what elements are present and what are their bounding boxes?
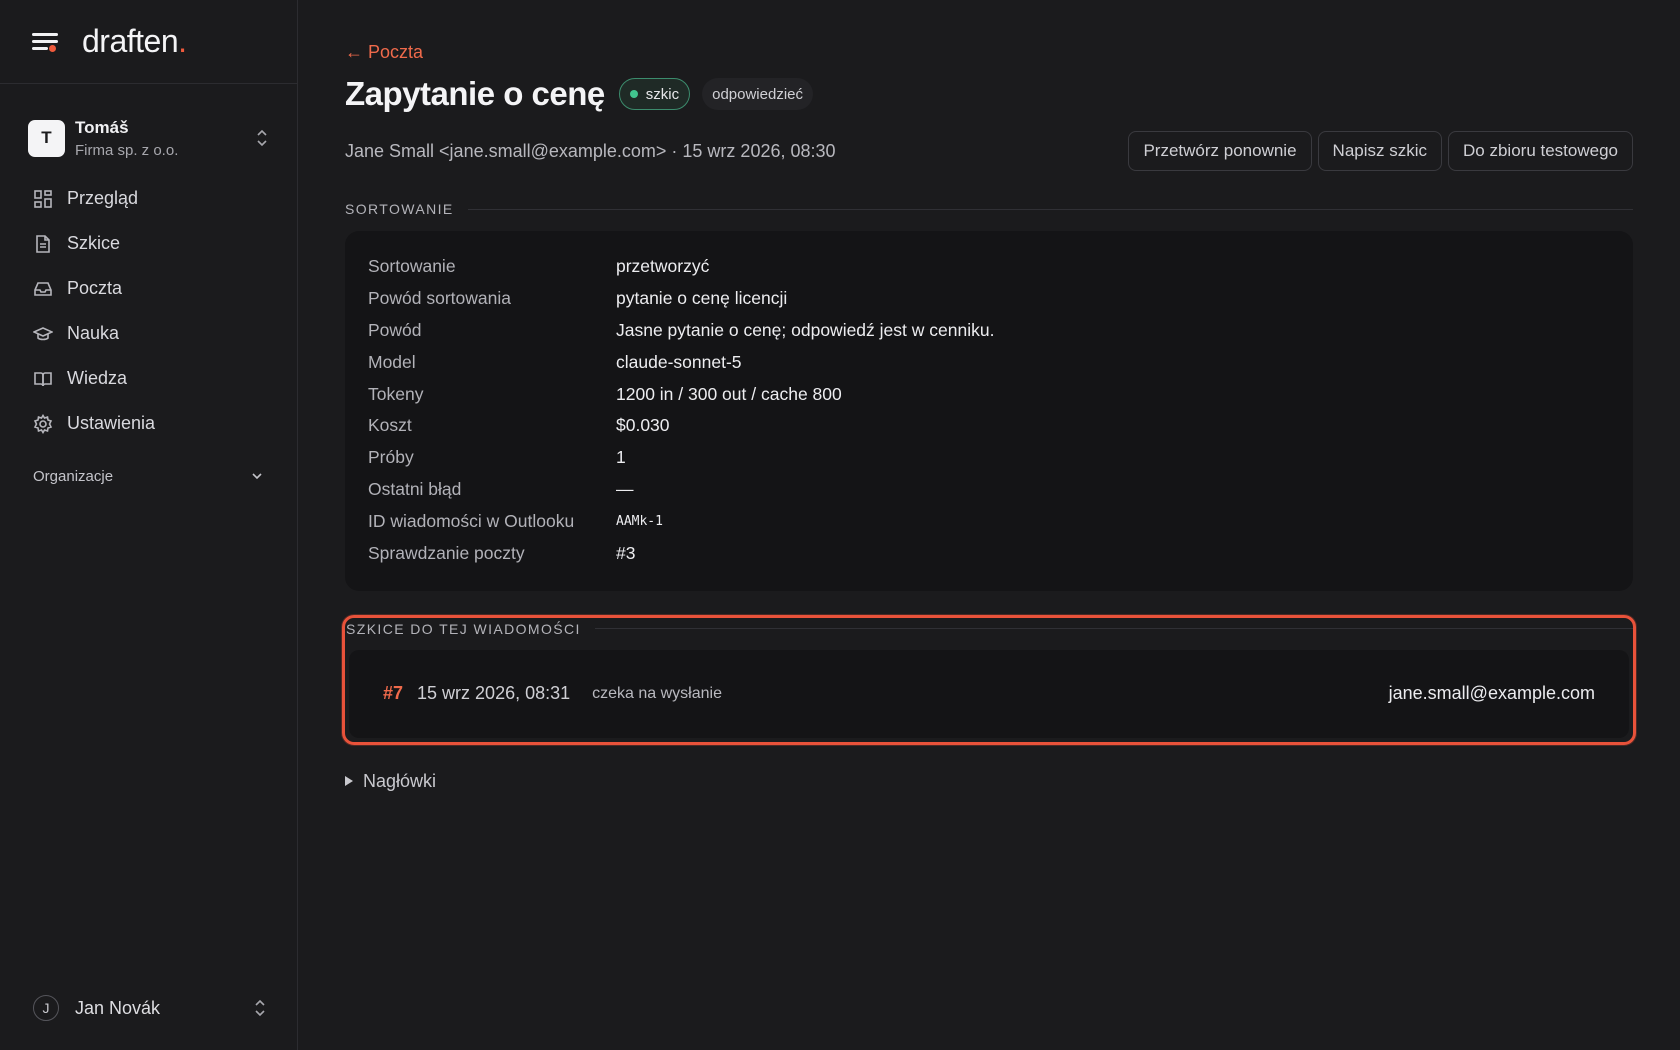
draft-status: czeka na wysłanie — [592, 684, 722, 702]
sidebar-item-szkice[interactable]: Szkice — [0, 221, 297, 266]
brand-dot: . — [178, 23, 187, 59]
add-to-test-set-button[interactable]: Do zbioru testowego — [1448, 131, 1633, 171]
sorting-section-header: SORTOWANIE — [345, 199, 1633, 219]
detail-row: Powód Jasne pytanie o cenę; odpowiedź jes… — [368, 315, 1610, 347]
brand-logo[interactable]: draften. — [82, 23, 187, 60]
detail-key: Powód sortowania — [368, 288, 511, 309]
detail-row: Koszt $0.030 — [368, 410, 1610, 442]
detail-row: Ostatni błąd — — [368, 474, 1610, 506]
sidebar-item-nauka[interactable]: Nauka — [0, 311, 297, 356]
detail-key: Koszt — [368, 415, 412, 436]
app-root: draften. T Tomáš Firma sp. z o.o. Przegl… — [0, 0, 1680, 1050]
drafts-section: SZKICE DO TEJ WIADOMOŚCI #7 15 wrz 2026,… — [342, 614, 1636, 745]
detail-row: Próby 1 — [368, 442, 1610, 474]
detail-value: claude-sonnet-5 — [616, 351, 742, 372]
avatar: J — [33, 995, 59, 1021]
menu-icon[interactable] — [32, 31, 58, 53]
detail-value: $0.030 — [616, 415, 670, 436]
detail-value: Jasne pytanie o cenę; odpowiedź jest w c… — [616, 319, 995, 340]
draft-number: #7 — [383, 683, 404, 704]
user-menu[interactable]: J Jan Novák — [0, 988, 297, 1028]
sidebar-section-label: Organizacje — [33, 467, 114, 485]
message-meta: Jane Small <jane.small@example.com> · 15… — [345, 140, 836, 161]
reprocess-button[interactable]: Przetwórz ponownie — [1128, 131, 1312, 171]
draft-date: 15 wrz 2026, 08:31 — [417, 683, 571, 704]
chevron-down-icon — [252, 473, 262, 480]
detail-key: ID wiadomości w Outlooku — [368, 510, 575, 531]
sidebar-item-label: Wiedza — [67, 368, 128, 388]
title-row: Zapytanie o cenę szkic odpowiedzieć — [345, 75, 1633, 113]
sidebar-item-poczta[interactable]: Poczta — [0, 266, 297, 311]
sidebar-item-ustawienia[interactable]: Ustawienia — [0, 401, 297, 446]
list-item[interactable]: #7 15 wrz 2026, 08:31 czeka na wysłanie … — [349, 649, 1629, 738]
detail-value: 1 — [616, 447, 626, 468]
detail-row: ID wiadomości w Outlooku AAMk-1 — [368, 505, 1610, 537]
drafts-section-header: SZKICE DO TEJ WIADOMOŚCI — [345, 617, 1633, 641]
detail-value: AAMk-1 — [616, 513, 663, 529]
org-avatar: T — [28, 119, 65, 157]
back-link[interactable]: ← Poczta — [345, 42, 423, 63]
draft-recipient: jane.small@example.com — [1388, 683, 1595, 704]
document-icon — [36, 234, 50, 253]
chevron-up-down-icon — [257, 129, 267, 147]
tag-badge: odpowiedzieć — [702, 78, 814, 110]
detail-value: pytanie o cenę licencji — [616, 288, 788, 309]
status-dot-icon — [629, 90, 638, 98]
detail-key: Tokeny — [368, 383, 424, 404]
headers-toggle[interactable]: Nagłówki — [345, 771, 1633, 792]
brand-name-text: draften — [82, 23, 179, 59]
detail-key: Model — [368, 351, 416, 372]
inbox-icon — [34, 281, 52, 296]
dashboard-icon — [34, 189, 52, 208]
detail-value: 1200 in / 300 out / cache 800 — [616, 383, 842, 404]
detail-row: Sprawdzanie poczty #3 — [368, 537, 1610, 569]
detail-key: Powód — [368, 319, 422, 340]
org-subtitle: Firma sp. z o.o. — [75, 141, 179, 159]
sidebar-item-przeglad[interactable]: Przegląd — [0, 176, 297, 221]
sidebar-nav: Przegląd Szkice Poczta Nauka Wiedza Usta… — [0, 176, 297, 491]
org-info: Tomáš Firma sp. z o.o. — [75, 118, 255, 159]
sidebar-item-label: Ustawienia — [67, 413, 156, 433]
triangle-right-icon — [345, 776, 353, 787]
chevron-up-down-icon — [255, 999, 265, 1017]
detail-key: Sprawdzanie poczty — [368, 542, 525, 563]
section-label: SORTOWANIE — [345, 201, 454, 217]
sidebar: draften. T Tomáš Firma sp. z o.o. Przegl… — [0, 0, 298, 1050]
headers-toggle-label: Nagłówki — [363, 770, 437, 791]
graduation-cap-icon — [33, 326, 53, 340]
org-switcher[interactable]: T Tomáš Firma sp. z o.o. — [0, 110, 297, 166]
detail-row: Tokeny 1200 in / 300 out / cache 800 — [368, 378, 1610, 410]
section-divider — [594, 628, 1633, 630]
brand-header: draften. — [0, 0, 297, 84]
sidebar-item-wiedza[interactable]: Wiedza — [0, 356, 297, 401]
detail-value: — — [616, 478, 634, 499]
detail-row: Sortowanie przetworzyć — [368, 251, 1610, 283]
detail-value: #3 — [616, 542, 636, 563]
write-draft-button[interactable]: Napisz szkic — [1317, 131, 1443, 171]
status-badge: szkic — [618, 78, 691, 110]
detail-key: Ostatni błąd — [368, 478, 462, 499]
detail-key: Sortowanie — [368, 256, 456, 277]
detail-row: Powód sortowania pytanie o cenę licencji — [368, 283, 1610, 315]
detail-value: przetworzyć — [616, 256, 710, 277]
details-panel: Sortowanie przetworzyć Powód sortowania py… — [345, 231, 1633, 591]
status-badge-label: szkic — [645, 85, 680, 103]
gear-icon — [33, 413, 53, 434]
sidebar-item-label: Szkice — [67, 233, 121, 253]
org-name: Tomáš — [75, 117, 129, 137]
detail-key: Próby — [368, 447, 414, 468]
user-name: Jan Novák — [75, 997, 161, 1018]
section-label: SZKICE DO TEJ WIADOMOŚCI — [346, 620, 581, 637]
detail-row: Model claude-sonnet-5 — [368, 346, 1610, 378]
main-content: ← Poczta Zapytanie o cenę szkic odpowied… — [298, 0, 1680, 1050]
section-divider — [467, 208, 1633, 210]
meta-row: Jane Small <jane.small@example.com> · 15… — [345, 131, 1633, 171]
sidebar-item-label: Nauka — [67, 323, 120, 343]
sidebar-item-label: Poczta — [67, 278, 123, 298]
book-icon — [34, 371, 52, 386]
sidebar-section-organizacje[interactable]: Organizacje — [0, 461, 297, 491]
sidebar-item-label: Przegląd — [67, 188, 139, 208]
page-title: Zapytanie o cenę — [345, 75, 605, 112]
action-buttons: Przetwórz ponownie Napisz szkic Do zbior… — [1128, 131, 1633, 171]
